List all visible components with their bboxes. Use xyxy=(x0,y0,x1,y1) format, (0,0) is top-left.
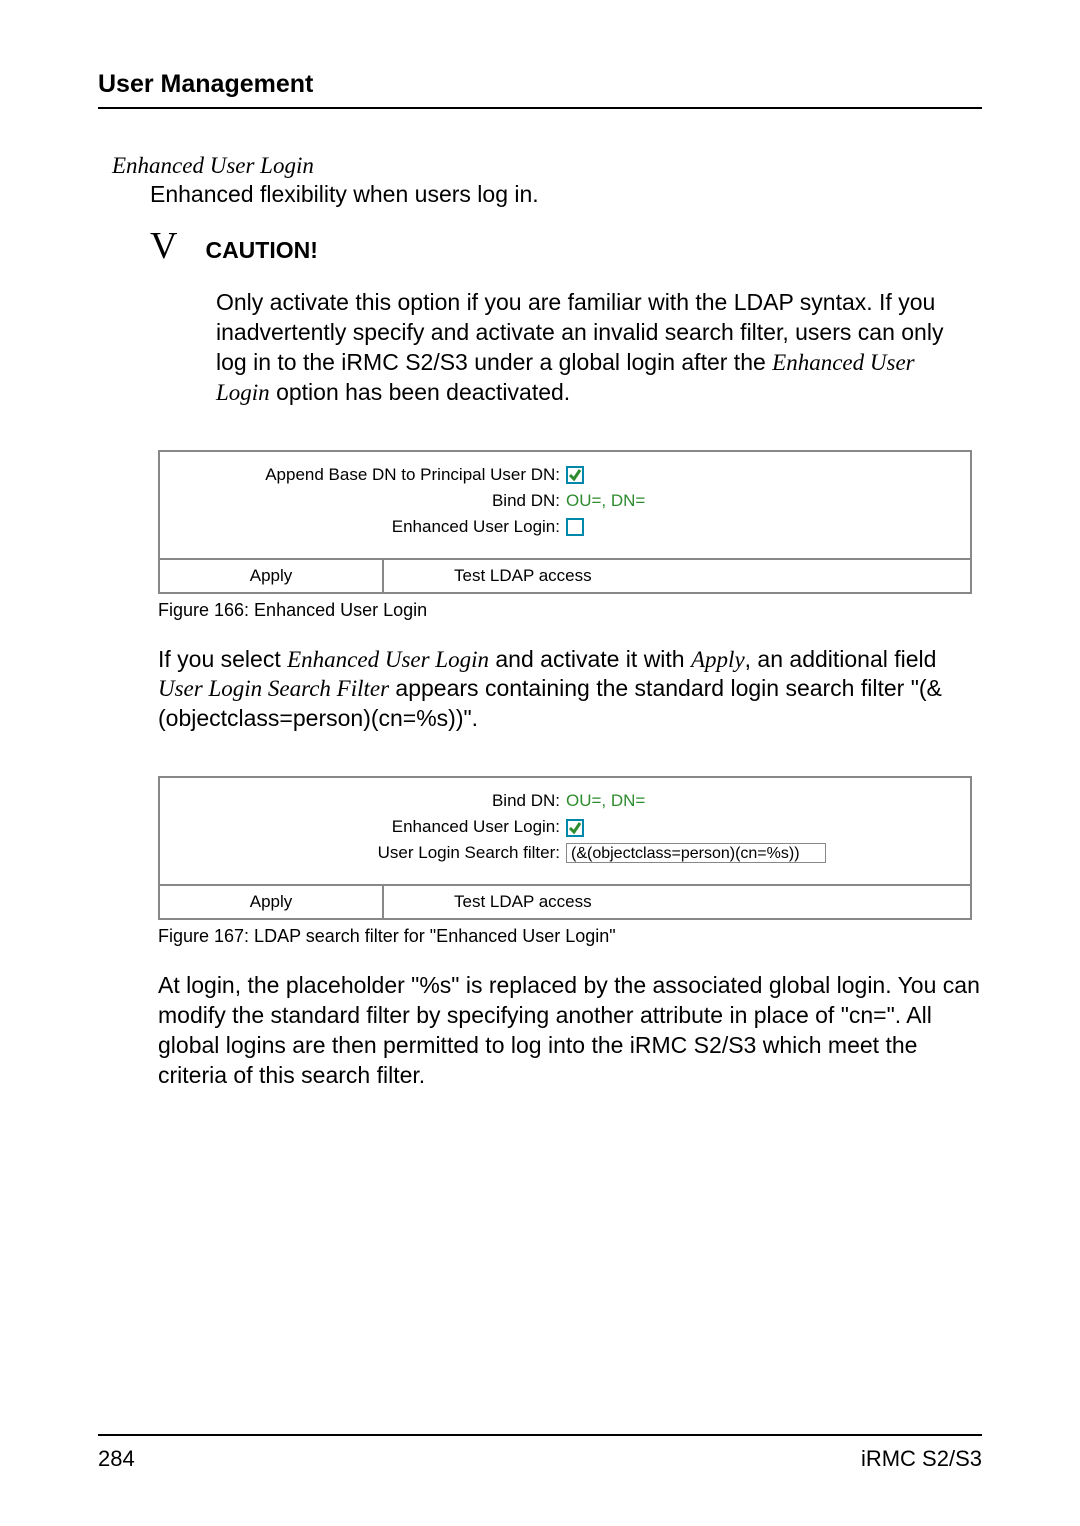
p1a: If you select xyxy=(158,646,287,672)
subsection-desc: Enhanced flexibility when users log in. xyxy=(150,181,982,208)
bind-dn-value-166: OU=, DN= xyxy=(566,491,950,511)
figure-167-screenshot: Bind DN: OU=, DN= Enhanced User Login: U… xyxy=(158,776,972,920)
bind-dn-value-167: OU=, DN= xyxy=(566,791,950,811)
caution-label: CAUTION! xyxy=(205,237,317,264)
header-rule xyxy=(98,107,982,109)
figure-166-screenshot: Append Base DN to Principal User DN: Bin… xyxy=(158,450,972,594)
subsection-title: Enhanced User Login xyxy=(112,153,982,179)
test-ldap-button-167[interactable]: Test LDAP access xyxy=(384,886,970,918)
search-filter-input[interactable]: (&(objectclass=person)(cn=%s)) xyxy=(566,843,826,863)
caution-marker-icon: V xyxy=(150,224,177,268)
footer-rule xyxy=(98,1434,982,1436)
p1c: , an additional field xyxy=(745,646,937,672)
p1b: and activate it with xyxy=(489,646,691,672)
caution-text-after: option has been deactivated. xyxy=(270,379,571,405)
append-base-dn-checkbox[interactable] xyxy=(566,466,584,484)
search-filter-label: User Login Search filter: xyxy=(160,843,566,863)
caution-text: Only activate this option if you are fam… xyxy=(216,288,972,408)
enhanced-login-checkbox-167[interactable] xyxy=(566,819,584,837)
doc-name: iRMC S2/S3 xyxy=(861,1446,982,1472)
append-base-dn-label: Append Base DN to Principal User DN: xyxy=(160,465,566,485)
enhanced-login-label-167: Enhanced User Login: xyxy=(160,817,566,837)
enhanced-login-checkbox-166[interactable] xyxy=(566,518,584,536)
bind-dn-label-166: Bind DN: xyxy=(160,491,566,511)
apply-button-166[interactable]: Apply xyxy=(160,560,384,592)
p1i3: User Login Search Filter xyxy=(158,676,389,701)
p1i1: Enhanced User Login xyxy=(287,647,489,672)
test-ldap-button-166[interactable]: Test LDAP access xyxy=(384,560,970,592)
enhanced-login-label-166: Enhanced User Login: xyxy=(160,517,566,537)
figure-167-caption: Figure 167: LDAP search filter for "Enha… xyxy=(158,926,982,947)
page-number: 284 xyxy=(98,1446,135,1472)
bind-dn-label-167: Bind DN: xyxy=(160,791,566,811)
section-title: User Management xyxy=(98,70,982,99)
paragraph-2: At login, the placeholder "%s" is replac… xyxy=(158,971,982,1091)
apply-button-167[interactable]: Apply xyxy=(160,886,384,918)
p1i2: Apply xyxy=(691,647,745,672)
figure-166-caption: Figure 166: Enhanced User Login xyxy=(158,600,982,621)
paragraph-1: If you select Enhanced User Login and ac… xyxy=(158,645,982,735)
